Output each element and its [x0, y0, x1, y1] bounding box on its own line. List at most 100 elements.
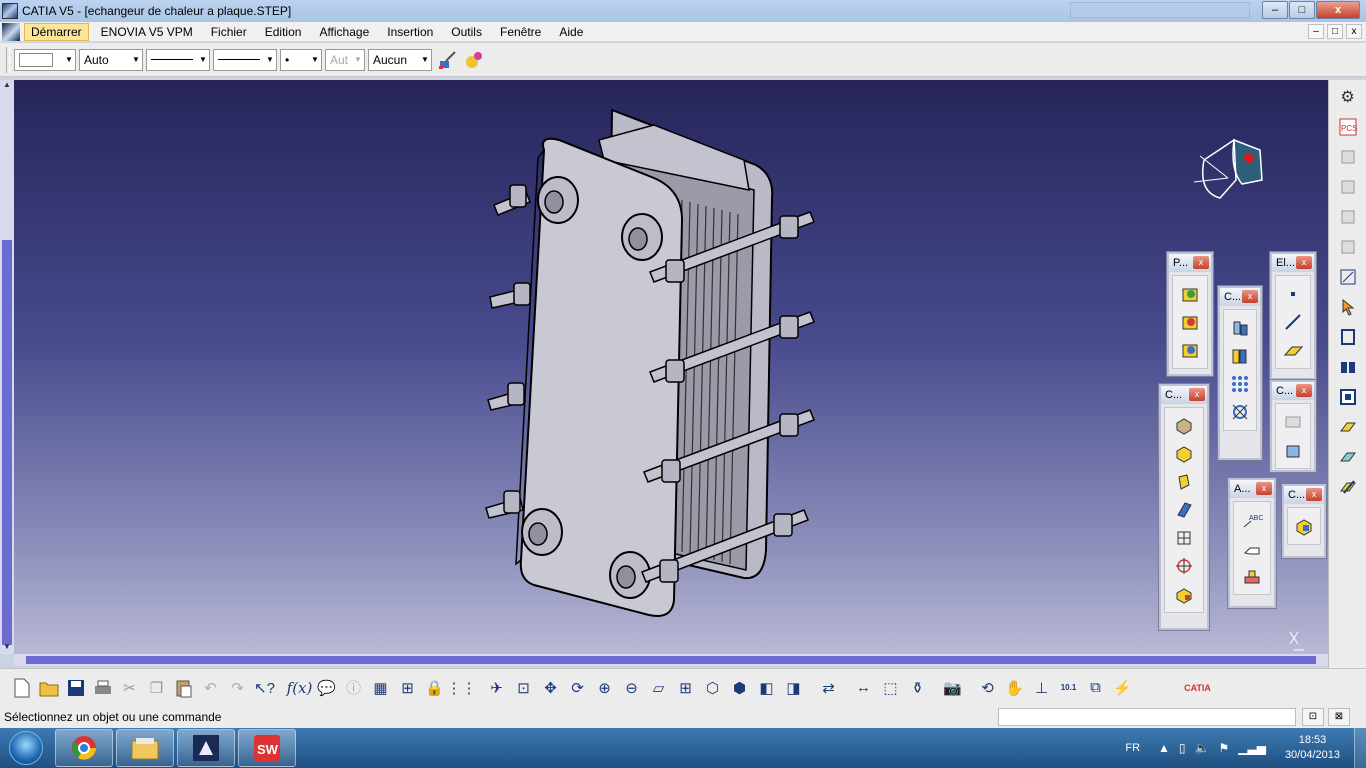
edit-plane-icon[interactable] — [1333, 444, 1363, 470]
explode-icon[interactable]: ⧉ — [1082, 675, 1109, 701]
close-icon[interactable]: x — [1256, 482, 1272, 495]
comment-icon[interactable]: 💬 — [313, 675, 340, 701]
formula-icon[interactable]: f(x) — [286, 675, 313, 701]
measure-icon[interactable] — [1333, 324, 1363, 350]
groove-icon[interactable] — [1171, 497, 1197, 523]
doc-close-button[interactable]: x — [1346, 24, 1362, 39]
show-hidden-icons-icon[interactable]: ▲ — [1158, 741, 1170, 755]
dress-up-icon[interactable] — [1280, 409, 1306, 435]
point-icon[interactable] — [1280, 281, 1306, 307]
save-icon[interactable] — [62, 675, 89, 701]
product4-icon[interactable] — [1333, 234, 1363, 260]
palette-c1-header[interactable]: C... x — [1220, 288, 1260, 306]
measure-inertia-icon[interactable]: ⚱ — [904, 675, 931, 701]
fill-color-combo[interactable]: ▼ — [14, 48, 76, 71]
scroll-up-icon[interactable]: ▲ — [0, 80, 14, 92]
print-icon[interactable] — [89, 675, 116, 701]
swap-space-icon[interactable]: ◨ — [780, 675, 807, 701]
menu-insertion[interactable]: Insertion — [381, 24, 439, 40]
product3-icon[interactable] — [1333, 204, 1363, 230]
close-icon[interactable]: x — [1193, 256, 1209, 269]
status-options-button[interactable]: ⊡ — [1302, 708, 1324, 726]
flag-icon[interactable]: ⚑ — [1218, 741, 1229, 755]
cut-icon[interactable]: ✂ — [116, 675, 143, 701]
clock[interactable]: 18:53 30/04/2013 — [1285, 733, 1340, 763]
pencil-plane-icon[interactable] — [1333, 474, 1363, 500]
menu-aide[interactable]: Aide — [553, 24, 589, 40]
graphic-properties-icon[interactable] — [461, 47, 487, 73]
contact-constraint-icon[interactable] — [1227, 343, 1253, 369]
heat-exchanger-model[interactable] — [14, 80, 1328, 654]
flag-note-icon[interactable] — [1239, 535, 1265, 561]
close-icon[interactable]: x — [1242, 290, 1258, 303]
line-thickness-combo[interactable]: ▼ — [146, 48, 210, 71]
taskbar-catia[interactable] — [177, 729, 235, 767]
palette-c4[interactable]: C... x — [1282, 484, 1326, 558]
fix-component-icon[interactable] — [1227, 399, 1253, 425]
horizontal-scroll-thumb[interactable] — [26, 656, 1316, 664]
scan-icon[interactable] — [1333, 354, 1363, 380]
sketch-icon[interactable] — [1333, 264, 1363, 290]
language-indicator[interactable]: FR — [1125, 742, 1140, 754]
sketcher-icon[interactable] — [1177, 337, 1203, 363]
palette-a-header[interactable]: A... x — [1230, 480, 1274, 498]
palette-el[interactable]: El... x — [1270, 252, 1316, 380]
pocket-icon[interactable] — [1171, 441, 1197, 467]
3d-annotation-icon[interactable] — [1239, 563, 1265, 589]
start-button[interactable] — [0, 728, 52, 768]
transparency-combo[interactable]: Auto ▼ — [79, 48, 143, 71]
rotate-icon[interactable]: ⟳ — [564, 675, 591, 701]
manipulation-icon[interactable]: ⟲ — [974, 675, 1001, 701]
text-annotation-icon[interactable]: ABC — [1239, 507, 1265, 533]
hand-icon[interactable]: ✋ — [1001, 675, 1028, 701]
horizontal-scrollbar[interactable] — [14, 654, 1328, 666]
zoom-in-icon[interactable]: ⊕ — [591, 675, 618, 701]
product2-icon[interactable] — [1333, 174, 1363, 200]
taskbar-explorer[interactable] — [116, 729, 174, 767]
snap-icon[interactable]: ⊥ — [1028, 675, 1055, 701]
3d-viewport[interactable]: P... x C... x El... x C... x C... x A...… — [14, 80, 1328, 654]
point-symbol-combo[interactable]: • ▼ — [280, 48, 322, 71]
pan-icon[interactable]: ✥ — [537, 675, 564, 701]
open-folder-icon[interactable] — [35, 675, 62, 701]
shaft-icon[interactable] — [1171, 469, 1197, 495]
close-icon[interactable]: x — [1296, 384, 1312, 397]
knowledge-icon[interactable]: ⋮⋮ — [447, 675, 477, 701]
iso-view-icon[interactable]: ⬡ — [699, 675, 726, 701]
gear-icon[interactable]: ⚙ — [1333, 84, 1363, 110]
capture-icon[interactable]: 📷 — [939, 675, 966, 701]
tree-icon[interactable]: ⊞ — [394, 675, 421, 701]
pad-icon[interactable] — [1171, 413, 1197, 439]
taskbar-solidworks[interactable]: SW — [238, 729, 296, 767]
menu-fenetre[interactable]: Fenêtre — [494, 24, 547, 40]
palette-p-header[interactable]: P... x — [1169, 254, 1211, 272]
palette-c4-header[interactable]: C... x — [1284, 486, 1324, 504]
menu-demarrer[interactable]: Démarrer — [24, 22, 89, 41]
redo-icon[interactable]: ↷ — [224, 675, 251, 701]
close-icon[interactable]: x — [1189, 388, 1205, 401]
network-icon[interactable]: ▁▃▅ — [1238, 741, 1266, 755]
catalog-icon[interactable] — [1291, 513, 1317, 539]
measure-item-icon[interactable]: ⬚ — [877, 675, 904, 701]
document-menu-icon[interactable] — [2, 22, 20, 41]
lock-icon[interactable]: 🔒 — [421, 675, 448, 701]
pcs-icon[interactable]: PCS — [1333, 114, 1363, 140]
clash-icon[interactable]: ⚡ — [1109, 675, 1136, 701]
line-type-combo[interactable]: ▼ — [213, 48, 277, 71]
doc-restore-button[interactable]: □ — [1327, 24, 1343, 39]
volume-icon[interactable]: 🔈 — [1195, 741, 1210, 755]
target-icon[interactable] — [1171, 553, 1197, 579]
product-icon[interactable] — [1333, 144, 1363, 170]
view-icon[interactable] — [1333, 384, 1363, 410]
compass-icon[interactable] — [1193, 138, 1263, 199]
hide-show-icon[interactable]: ◧ — [753, 675, 780, 701]
vertical-scroll-thumb[interactable] — [2, 240, 12, 645]
plane-icon[interactable] — [1280, 337, 1306, 363]
menu-affichage[interactable]: Affichage — [313, 24, 375, 40]
whats-this-icon[interactable]: ↖? — [251, 675, 278, 701]
battery-icon[interactable]: ▯ — [1179, 741, 1186, 755]
menu-edition[interactable]: Edition — [259, 24, 308, 40]
undo-icon[interactable]: ↶ — [197, 675, 224, 701]
close-icon[interactable]: x — [1296, 256, 1312, 269]
select-arrow-icon[interactable] — [1333, 294, 1363, 320]
